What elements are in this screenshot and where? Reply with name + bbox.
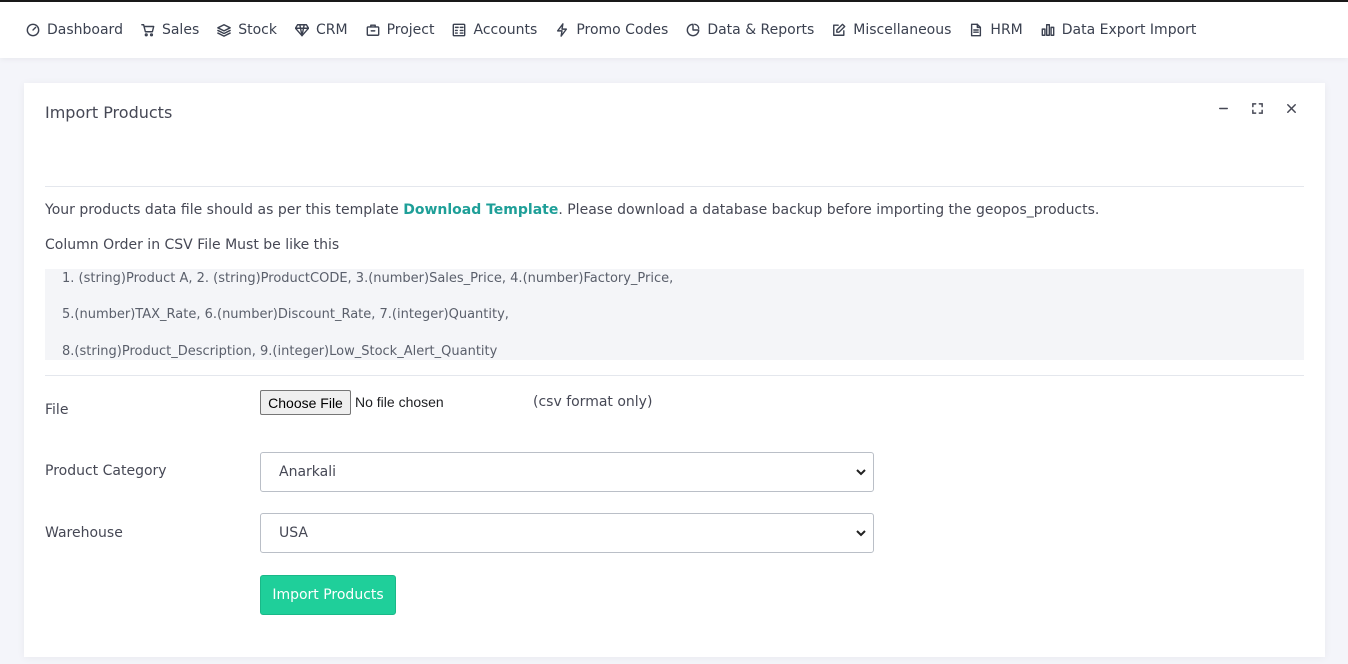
- intro-text: Your products data file should as per th…: [45, 202, 404, 218]
- minimize-icon[interactable]: [1215, 100, 1231, 116]
- nav-label: Accounts: [473, 22, 538, 38]
- form-divider: [45, 375, 1304, 376]
- card-title: Import Products: [45, 103, 173, 122]
- nav-project[interactable]: Project: [365, 22, 435, 38]
- file-label: File: [45, 402, 69, 418]
- nav-hrm[interactable]: HRM: [968, 22, 1023, 38]
- file-format-hint: (csv format only): [533, 394, 653, 410]
- column-order-line: 1. (string)Product A, 2. (string)Product…: [62, 271, 674, 286]
- product-category-value: Anarkali: [279, 464, 337, 480]
- chevron-down-icon: [855, 466, 867, 478]
- diamond-icon: [294, 22, 310, 38]
- nav-label: Sales: [161, 22, 200, 38]
- nav-data-reports[interactable]: Data & Reports: [685, 22, 814, 38]
- column-order-label: Column Order in CSV File Must be like th…: [45, 237, 340, 253]
- nav-data-export-import[interactable]: Data Export Import: [1040, 22, 1197, 38]
- nav-label: Miscellaneous: [853, 22, 952, 38]
- nav-label: Data Export Import: [1061, 22, 1197, 38]
- nav-label: Promo Codes: [576, 22, 669, 38]
- nav-miscellaneous[interactable]: Miscellaneous: [831, 22, 951, 38]
- template-instructions: Your products data file should as per th…: [45, 202, 1099, 218]
- nav-label: CRM: [315, 22, 348, 38]
- header-divider: [45, 186, 1304, 187]
- dashboard-icon: [25, 22, 41, 38]
- card-tools: [1215, 100, 1299, 116]
- nav-dashboard[interactable]: Dashboard: [25, 22, 123, 38]
- edit-icon: [831, 22, 847, 38]
- close-icon[interactable]: [1283, 100, 1299, 116]
- nav-sales[interactable]: Sales: [140, 22, 199, 38]
- import-products-button[interactable]: Import Products: [260, 575, 396, 615]
- layers-icon: [216, 22, 232, 38]
- column-order-line: 8.(string)Product_Description, 9.(intege…: [62, 344, 498, 359]
- download-template-link[interactable]: Download Template: [403, 202, 558, 218]
- choose-file-button[interactable]: Choose File: [260, 390, 351, 415]
- main-navbar: Dashboard Sales Stock CRM Project Accoun…: [0, 2, 1348, 58]
- nav-label: Stock: [238, 22, 277, 38]
- nav-crm[interactable]: CRM: [294, 22, 348, 38]
- product-category-select[interactable]: Anarkali: [260, 452, 874, 492]
- warehouse-select[interactable]: USA: [260, 513, 874, 553]
- nav-label: HRM: [990, 22, 1023, 38]
- nav-promo-codes[interactable]: Promo Codes: [554, 22, 668, 38]
- chevron-down-icon: [855, 527, 867, 539]
- file-status: No file chosen: [355, 394, 444, 410]
- import-products-card: Import Products Your products data file …: [24, 83, 1325, 657]
- warehouse-value: USA: [279, 525, 308, 541]
- expand-icon[interactable]: [1249, 100, 1265, 116]
- intro-text-after: . Please download a database backup befo…: [558, 202, 1100, 218]
- nav-accounts[interactable]: Accounts: [451, 22, 537, 38]
- nav-label: Data & Reports: [707, 22, 815, 38]
- calculator-icon: [451, 22, 467, 38]
- warehouse-label: Warehouse: [45, 525, 123, 541]
- nav-label: Dashboard: [47, 22, 123, 38]
- cart-icon: [140, 22, 156, 38]
- nav-stock[interactable]: Stock: [216, 22, 277, 38]
- column-order-box: 1. (string)Product A, 2. (string)Product…: [45, 269, 1304, 360]
- pie-chart-icon: [685, 22, 701, 38]
- bar-chart-icon: [1040, 22, 1056, 38]
- product-category-label: Product Category: [45, 463, 167, 479]
- nav-label: Project: [386, 22, 435, 38]
- file-icon: [968, 22, 984, 38]
- briefcase-icon: [365, 22, 381, 38]
- zap-icon: [554, 22, 570, 38]
- column-order-line: 5.(number)TAX_Rate, 6.(number)Discount_R…: [62, 307, 509, 322]
